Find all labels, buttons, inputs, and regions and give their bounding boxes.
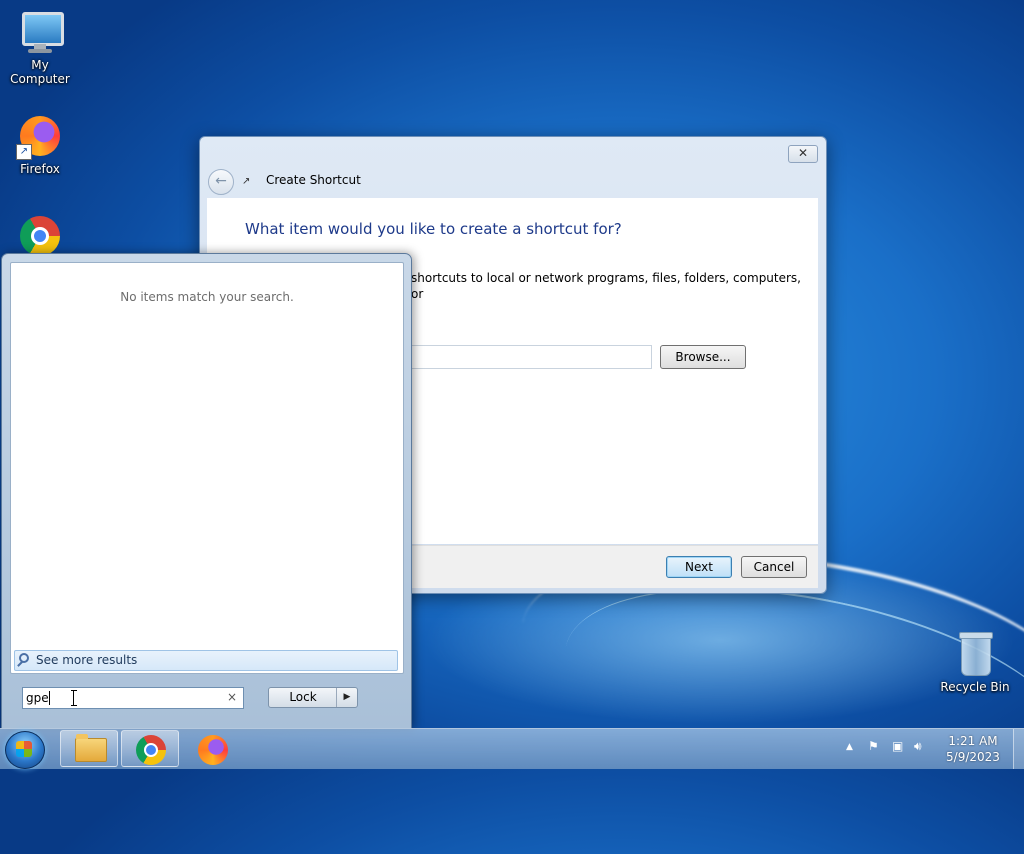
wallpaper-swoosh-secondary bbox=[544, 548, 1024, 854]
start-search-box[interactable]: × bbox=[22, 687, 244, 709]
close-button[interactable]: ✕ bbox=[788, 145, 818, 163]
lock-button[interactable]: Lock ▶ bbox=[268, 687, 358, 708]
no-results-message: No items match your search. bbox=[120, 290, 294, 304]
start-menu: No items match your search. See more res… bbox=[1, 253, 412, 729]
taskbar-windows-explorer[interactable] bbox=[60, 730, 118, 767]
shortcut-arrow-icon: ↗ bbox=[16, 144, 32, 160]
show-hidden-icons-icon[interactable]: ▲ bbox=[846, 742, 853, 752]
show-desktop-button[interactable] bbox=[1013, 729, 1024, 769]
firefox-icon: ↗ bbox=[16, 112, 64, 160]
search-results-panel: No items match your search. See more res… bbox=[10, 262, 404, 674]
clock-time: 1:21 AM bbox=[948, 734, 998, 748]
see-more-results-link[interactable]: See more results bbox=[14, 650, 398, 671]
back-button[interactable]: ← bbox=[208, 169, 234, 195]
action-center-flag-icon[interactable]: ⚑ bbox=[868, 739, 879, 753]
browse-button[interactable]: Browse... bbox=[660, 345, 746, 369]
taskbar-clock[interactable]: 1:21 AM 5/9/2023 bbox=[940, 733, 1006, 765]
search-icon bbox=[19, 653, 29, 663]
desktop-icon-label: My Computer bbox=[10, 58, 70, 86]
taskbar: ▲ ⚑ ▣ 🔊︎ 1:21 AM 5/9/2023 bbox=[0, 728, 1024, 769]
see-more-results-label: See more results bbox=[36, 653, 138, 667]
chrome-icon bbox=[136, 735, 166, 765]
shortcut-icon: ↗ bbox=[242, 176, 251, 187]
dialog-heading: What item would you like to create a sho… bbox=[245, 220, 622, 238]
recycle-bin-icon bbox=[951, 630, 999, 678]
taskbar-chrome[interactable] bbox=[121, 730, 179, 767]
desktop-icon-firefox[interactable]: ↗ Firefox bbox=[0, 112, 80, 176]
dialog-title: Create Shortcut bbox=[266, 173, 361, 187]
desktop-icon-label: Recycle Bin bbox=[940, 680, 1010, 694]
desktop-icon-my-computer[interactable]: My Computer bbox=[0, 8, 80, 86]
ibeam-cursor-icon bbox=[71, 690, 77, 706]
next-button[interactable]: Next bbox=[666, 556, 732, 578]
taskbar-firefox[interactable] bbox=[183, 730, 241, 767]
text-caret bbox=[49, 691, 50, 705]
cancel-button[interactable]: Cancel bbox=[741, 556, 807, 578]
lock-label: Lock bbox=[289, 690, 317, 704]
clock-date: 5/9/2023 bbox=[946, 750, 1000, 764]
location-input[interactable] bbox=[410, 345, 652, 369]
start-button[interactable] bbox=[5, 731, 45, 769]
computer-icon bbox=[16, 8, 64, 56]
desktop-icon-label: Firefox bbox=[20, 162, 60, 176]
clear-search-icon[interactable]: × bbox=[227, 690, 237, 704]
back-arrow-icon: ← bbox=[215, 173, 227, 189]
close-icon: ✕ bbox=[797, 146, 809, 160]
dialog-description: shortcuts to local or network programs, … bbox=[411, 271, 801, 301]
desktop-icon-recycle-bin[interactable]: Recycle Bin bbox=[935, 630, 1015, 694]
windows-explorer-icon bbox=[75, 734, 107, 762]
firefox-icon bbox=[198, 735, 228, 765]
volume-icon[interactable]: 🔊︎ bbox=[914, 739, 922, 754]
network-icon[interactable]: ▣ bbox=[892, 739, 903, 753]
start-search-input[interactable] bbox=[26, 689, 216, 707]
power-options-arrow-icon[interactable]: ▶ bbox=[336, 688, 357, 707]
